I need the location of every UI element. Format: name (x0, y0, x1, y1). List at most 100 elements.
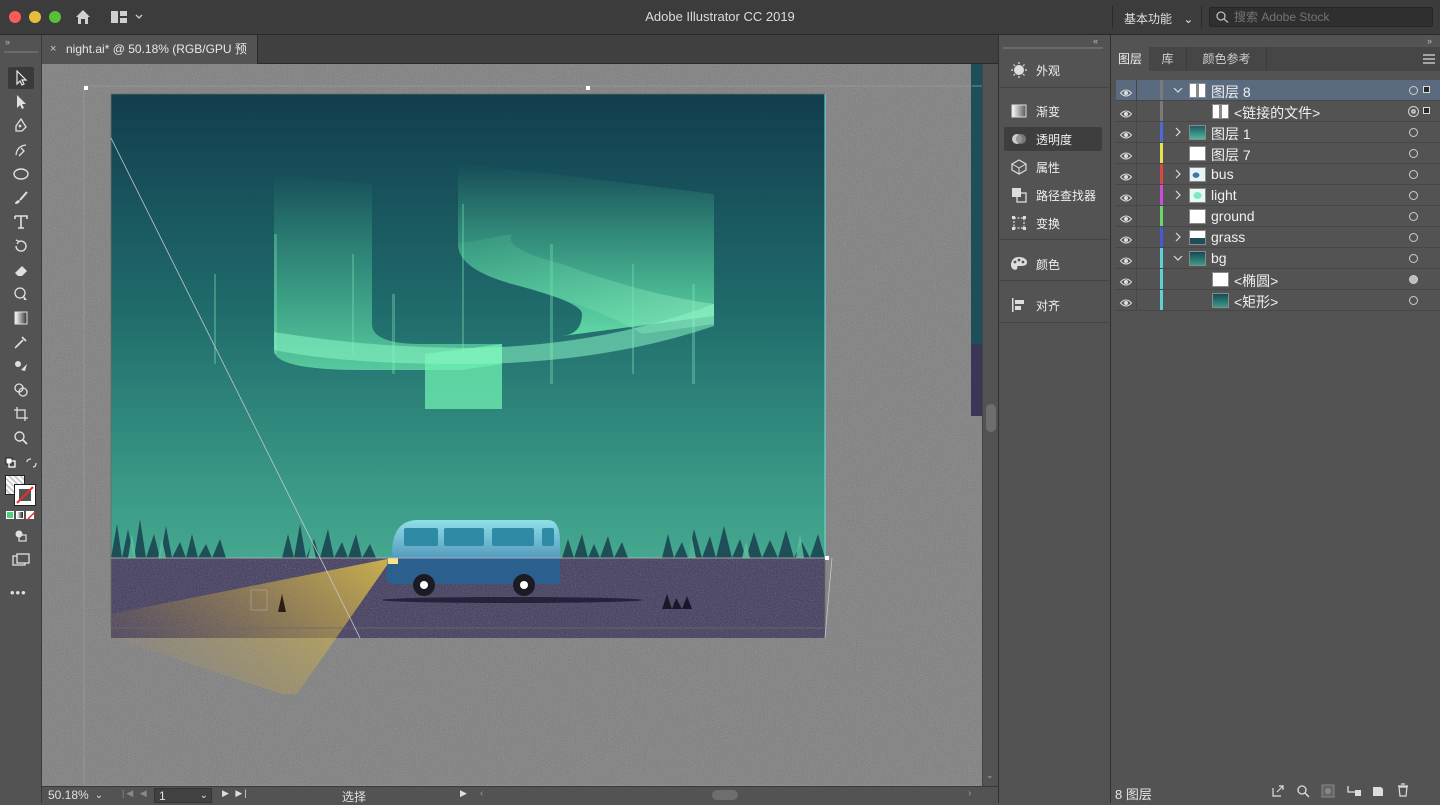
panel-grip[interactable] (1003, 47, 1103, 49)
collapse-panel-icon[interactable]: » (1427, 36, 1432, 46)
visibility-eye-icon[interactable] (1119, 190, 1133, 202)
minimize-window-button[interactable] (29, 11, 41, 23)
visibility-eye-icon[interactable] (1119, 127, 1133, 139)
collect-for-export-icon[interactable] (1271, 784, 1285, 801)
ellipse-tool-icon[interactable] (8, 163, 34, 185)
target-appearance-icon[interactable] (1409, 254, 1418, 263)
layer-row[interactable]: 图层 7 (1116, 143, 1440, 164)
blend-tool-icon[interactable] (8, 355, 34, 377)
chevron-right-icon[interactable] (1172, 125, 1184, 139)
zoom-select[interactable]: 50.18% ⌄ (44, 787, 110, 803)
target-appearance-icon[interactable] (1409, 170, 1418, 179)
visibility-eye-icon[interactable] (1119, 148, 1133, 160)
layer-name[interactable]: grass (1211, 229, 1245, 245)
chevron-right-icon[interactable] (1172, 230, 1184, 244)
tab-libraries[interactable]: 库 (1149, 47, 1187, 71)
layer-row[interactable]: 图层 1 (1116, 122, 1440, 143)
eyedropper-tool-icon[interactable] (8, 331, 34, 353)
lock-toggle[interactable] (1136, 122, 1137, 142)
target-appearance-icon[interactable] (1409, 233, 1418, 242)
lock-toggle[interactable] (1136, 185, 1137, 205)
layer-name[interactable]: <矩形> (1234, 292, 1278, 312)
create-new-layer-icon[interactable] (1371, 784, 1385, 801)
tab-color-guide[interactable]: 颜色参考 (1187, 47, 1267, 71)
pen-tool-icon[interactable] (8, 115, 34, 137)
attributes-panel-button[interactable]: 属性 (1004, 155, 1102, 179)
close-window-button[interactable] (9, 11, 21, 23)
lock-toggle[interactable] (1136, 80, 1137, 100)
gradient-panel-button[interactable]: 渐变 (1004, 99, 1102, 123)
visibility-eye-icon[interactable] (1119, 295, 1133, 307)
close-tab-icon[interactable]: × (50, 35, 56, 64)
visibility-eye-icon[interactable] (1119, 85, 1133, 97)
layer-name[interactable]: 图层 8 (1211, 82, 1251, 102)
panel-grip[interactable] (4, 51, 38, 53)
none-mode-icon[interactable] (26, 511, 35, 520)
tab-layers[interactable]: 图层 (1111, 47, 1149, 71)
document-tab[interactable]: × night.ai* @ 50.18% (RGB/GPU 预览) (42, 35, 258, 85)
layer-name[interactable]: ground (1211, 208, 1255, 224)
color-mode-icon[interactable] (6, 511, 14, 519)
lock-toggle[interactable] (1136, 227, 1137, 247)
eraser-tool-icon[interactable] (8, 259, 34, 281)
home-icon[interactable] (74, 8, 92, 29)
layer-row[interactable]: <椭圆> (1116, 269, 1440, 290)
pathfinder-panel-button[interactable]: 路径查找器 (1004, 183, 1102, 207)
appearance-panel-button[interactable]: 外观 (1004, 58, 1102, 82)
status-mode[interactable]: 选择 (342, 788, 366, 805)
make-clipping-mask-icon[interactable] (1321, 784, 1335, 801)
lock-toggle[interactable] (1136, 269, 1137, 289)
target-appearance-icon[interactable] (1409, 212, 1418, 221)
visibility-eye-icon[interactable] (1119, 106, 1133, 118)
stock-search-field[interactable] (1209, 7, 1433, 27)
layer-row[interactable]: <矩形> (1116, 290, 1440, 311)
scroll-right-icon[interactable]: › (968, 788, 971, 799)
target-appearance-icon[interactable] (1409, 296, 1418, 305)
layer-row[interactable]: ground (1116, 206, 1440, 227)
default-fill-stroke-icon[interactable] (5, 457, 17, 472)
lock-toggle[interactable] (1136, 290, 1137, 310)
layer-name[interactable]: <链接的文件> (1234, 103, 1320, 123)
locate-object-icon[interactable] (1296, 784, 1310, 801)
visibility-eye-icon[interactable] (1119, 274, 1133, 286)
transparency-panel-button[interactable]: 透明度 (1004, 127, 1102, 151)
edit-toolbar-button[interactable]: ••• (10, 585, 27, 600)
layer-name[interactable]: light (1211, 187, 1237, 203)
color-panel-button[interactable]: 颜色 (1004, 252, 1102, 276)
lock-toggle[interactable] (1136, 143, 1137, 163)
transform-panel-button[interactable]: 变换 (1004, 211, 1102, 235)
scroll-left-icon[interactable]: ‹ (480, 788, 483, 799)
gradient-tool-icon[interactable] (8, 307, 34, 329)
selection-tool-icon[interactable] (8, 67, 34, 89)
swap-fill-stroke-icon[interactable] (25, 457, 37, 472)
scroll-down-icon[interactable]: ⌄ (986, 770, 994, 781)
chevron-right-icon[interactable] (1172, 167, 1184, 181)
layer-row[interactable]: bg (1116, 248, 1440, 269)
artboard-number-field[interactable]: 1 ⌄ (154, 788, 212, 803)
layer-name[interactable]: bg (1211, 250, 1227, 266)
draw-mode-icon[interactable] (8, 525, 34, 547)
visibility-eye-icon[interactable] (1119, 253, 1133, 265)
shape-builder-tool-icon[interactable] (8, 379, 34, 401)
artboard-tool-icon[interactable] (8, 403, 34, 425)
rotate-tool-icon[interactable] (8, 235, 34, 257)
canvas-vertical-scrollbar[interactable]: ⌄ (982, 64, 998, 786)
target-appearance-icon[interactable] (1408, 106, 1419, 117)
collapse-panel-icon[interactable]: « (1093, 36, 1098, 46)
target-appearance-icon[interactable] (1409, 86, 1418, 95)
stock-search-input[interactable] (1234, 9, 1424, 25)
paintbrush-tool-icon[interactable] (8, 187, 34, 209)
expand-panel-icon[interactable]: » (5, 37, 10, 47)
type-tool-icon[interactable] (8, 211, 34, 233)
lock-toggle[interactable] (1136, 101, 1137, 121)
chevron-down-icon[interactable] (1172, 83, 1184, 97)
layer-row[interactable]: 图层 8 (1116, 80, 1440, 101)
target-appearance-icon[interactable] (1409, 275, 1418, 284)
screen-mode-icon[interactable] (8, 549, 34, 571)
visibility-eye-icon[interactable] (1119, 211, 1133, 223)
create-sublayer-icon[interactable] (1346, 784, 1362, 801)
next-artboard-icon[interactable]: ▶ ▶| (222, 788, 249, 799)
chevron-down-icon[interactable] (1172, 251, 1184, 265)
status-menu-arrow-icon[interactable]: ▶ (460, 788, 467, 799)
target-appearance-icon[interactable] (1409, 191, 1418, 200)
